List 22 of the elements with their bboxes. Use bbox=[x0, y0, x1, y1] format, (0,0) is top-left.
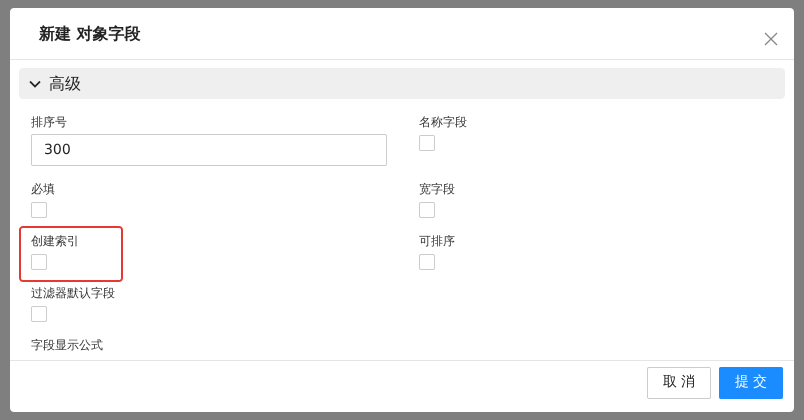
checkbox[interactable] bbox=[31, 202, 47, 218]
checkbox[interactable] bbox=[31, 306, 47, 322]
close-button[interactable] bbox=[764, 32, 778, 46]
field-label: 必填 bbox=[31, 182, 55, 197]
dialog-title: 新建 对象字段 bbox=[39, 22, 141, 44]
checkbox[interactable] bbox=[419, 135, 435, 151]
number-field[interactable]: 300 bbox=[31, 134, 387, 166]
field-label: 可排序 bbox=[419, 234, 455, 249]
field-label: 名称字段 bbox=[419, 115, 467, 130]
checkbox[interactable] bbox=[419, 254, 435, 270]
field-label: 字段显示公式 bbox=[31, 338, 103, 353]
section-header[interactable]: 高级 bbox=[19, 68, 785, 99]
field-label: 排序号 bbox=[31, 115, 67, 130]
section-title: 高级 bbox=[49, 72, 81, 94]
field-label: 创建索引 bbox=[31, 234, 79, 249]
field-label: 宽字段 bbox=[419, 182, 455, 197]
field-label: 过滤器默认字段 bbox=[31, 286, 115, 301]
cancel-button[interactable]: 取 消 bbox=[647, 366, 711, 398]
chevron-icon bbox=[29, 80, 41, 88]
checkbox[interactable] bbox=[419, 202, 435, 218]
close-icon bbox=[764, 32, 778, 46]
checkbox[interactable] bbox=[31, 254, 47, 270]
